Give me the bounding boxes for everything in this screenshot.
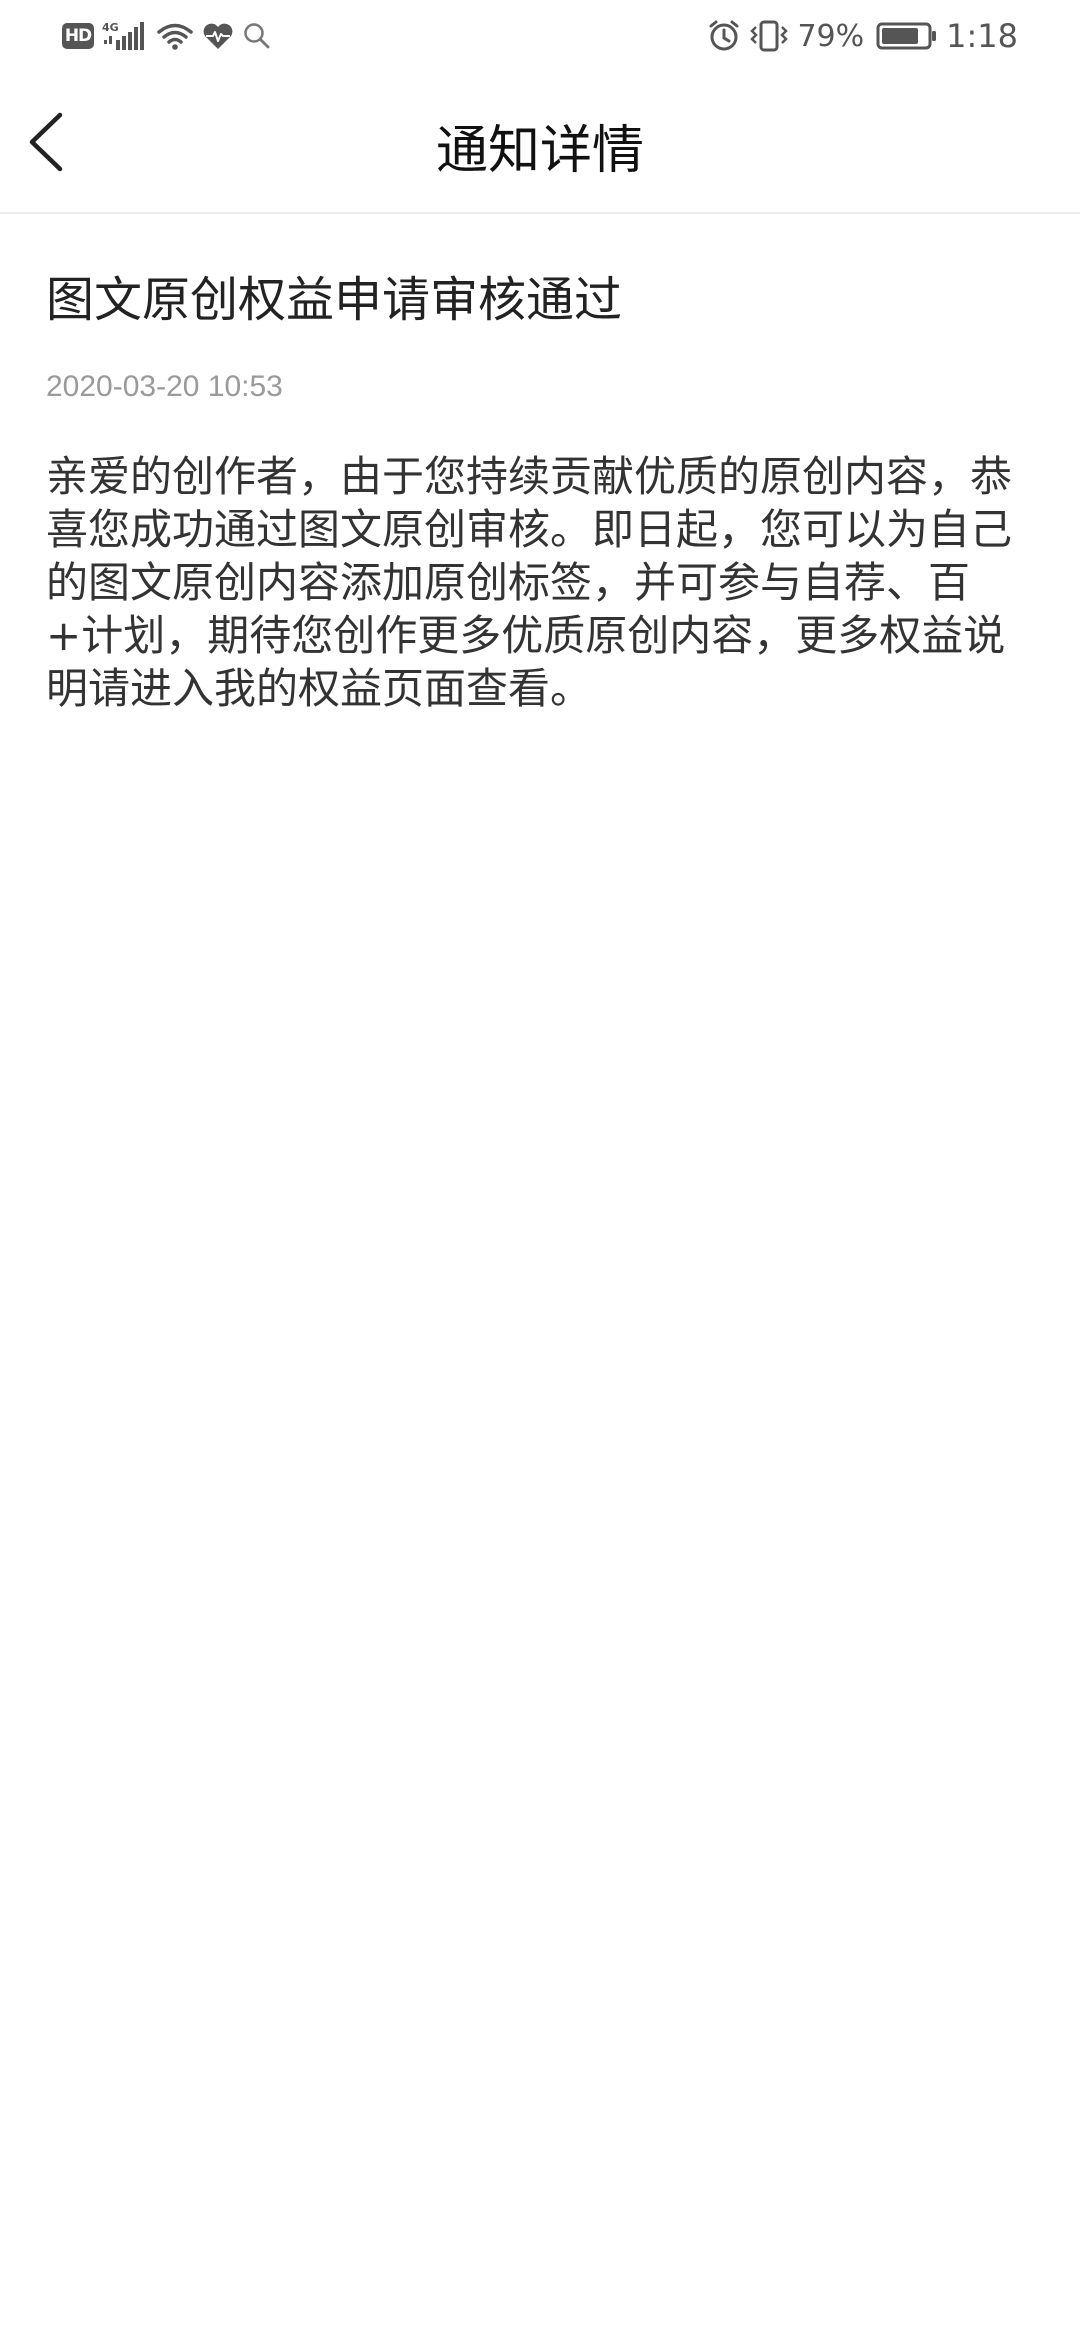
page-title: 通知详情 (435, 121, 644, 181)
notice-body: 亲爱的创作者，由于您持续贡献优质的原创内容，恭喜您成功通过图文原创审核。即日起，… (46, 452, 1013, 713)
status-left-group: HD 4G (62, 20, 272, 52)
signal-icon: 4G (102, 20, 148, 52)
notice-detail: 图文原创权益申请审核通过 2020-03-20 10:53 亲爱的创作者，由于您… (46, 214, 1036, 715)
status-right-group: 79% 1:18 (707, 17, 1018, 55)
status-time: 1:18 (946, 17, 1018, 55)
health-icon (202, 21, 234, 51)
network-type-label: 4G (102, 21, 119, 34)
status-bar: HD 4G 79% 1:18 (0, 0, 1080, 72)
alarm-icon (707, 19, 741, 53)
notice-title: 图文原创权益申请审核通过 (46, 272, 623, 328)
search-icon (242, 21, 272, 51)
notice-timestamp: 2020-03-20 10:53 (46, 370, 283, 403)
vibrate-icon (749, 19, 789, 53)
battery-icon (876, 21, 938, 51)
battery-percent: 79% (797, 18, 865, 54)
wifi-icon (156, 21, 194, 51)
app-header: 通知详情 (0, 72, 1080, 214)
hd-icon: HD (62, 23, 94, 49)
